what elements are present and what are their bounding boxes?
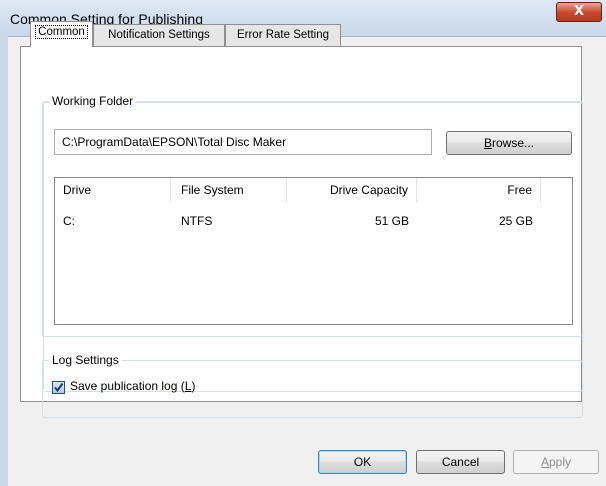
cancel-button[interactable]: Cancel (416, 450, 505, 474)
cell-drive: C: (63, 214, 75, 228)
column-header-file-system[interactable]: File System (171, 178, 287, 203)
apply-mnemonic: A (540, 455, 549, 469)
checkmark-icon (54, 382, 64, 393)
cell-capacity: 51 GB (374, 214, 409, 228)
tab-common[interactable]: Common (30, 21, 93, 47)
browse-mnemonic: B (483, 136, 492, 150)
column-header-free[interactable]: Free (417, 178, 541, 203)
apply-label: pply (549, 455, 572, 469)
cell-file-system: NTFS (181, 214, 213, 228)
save-log-checkbox[interactable] (52, 381, 65, 394)
window-frame (0, 36, 8, 486)
apply-button[interactable]: Apply (513, 450, 599, 474)
table-row[interactable]: C: NTFS 51 GB 25 GB (55, 213, 572, 229)
tab-notification-label: Notification Settings (108, 29, 210, 41)
save-log-suffix: ) (191, 379, 196, 393)
browse-label: rowse... (492, 136, 535, 150)
working-folder-input[interactable]: C:\ProgramData\EPSON\Total Disc Maker (54, 129, 432, 155)
save-log-label[interactable]: Save publication log (L) (70, 379, 195, 393)
log-settings-label: Log Settings (49, 353, 122, 367)
tab-notification-settings[interactable]: Notification Settings (93, 24, 225, 46)
column-header-drive-capacity[interactable]: Drive Capacity (287, 178, 417, 203)
tab-common-label: Common (35, 25, 88, 39)
cell-free: 25 GB (498, 214, 533, 228)
tab-error-rate-setting[interactable]: Error Rate Setting (225, 24, 341, 46)
working-folder-label: Working Folder (49, 94, 137, 108)
browse-button[interactable]: Browse... (446, 131, 572, 155)
save-log-text: Save publication log ( (70, 379, 185, 393)
drive-list[interactable]: Drive File System Drive Capacity Free C:… (54, 177, 573, 325)
drive-list-header: Drive File System Drive Capacity Free (55, 178, 572, 203)
close-button[interactable]: X (556, 2, 602, 22)
dialog-window: Common Setting for Publishing X Common N… (0, 0, 606, 486)
tab-error-rate-label: Error Rate Setting (236, 29, 330, 41)
column-header-drive[interactable]: Drive (55, 178, 171, 203)
close-icon: X (573, 4, 585, 19)
ok-button[interactable]: OK (318, 450, 407, 474)
